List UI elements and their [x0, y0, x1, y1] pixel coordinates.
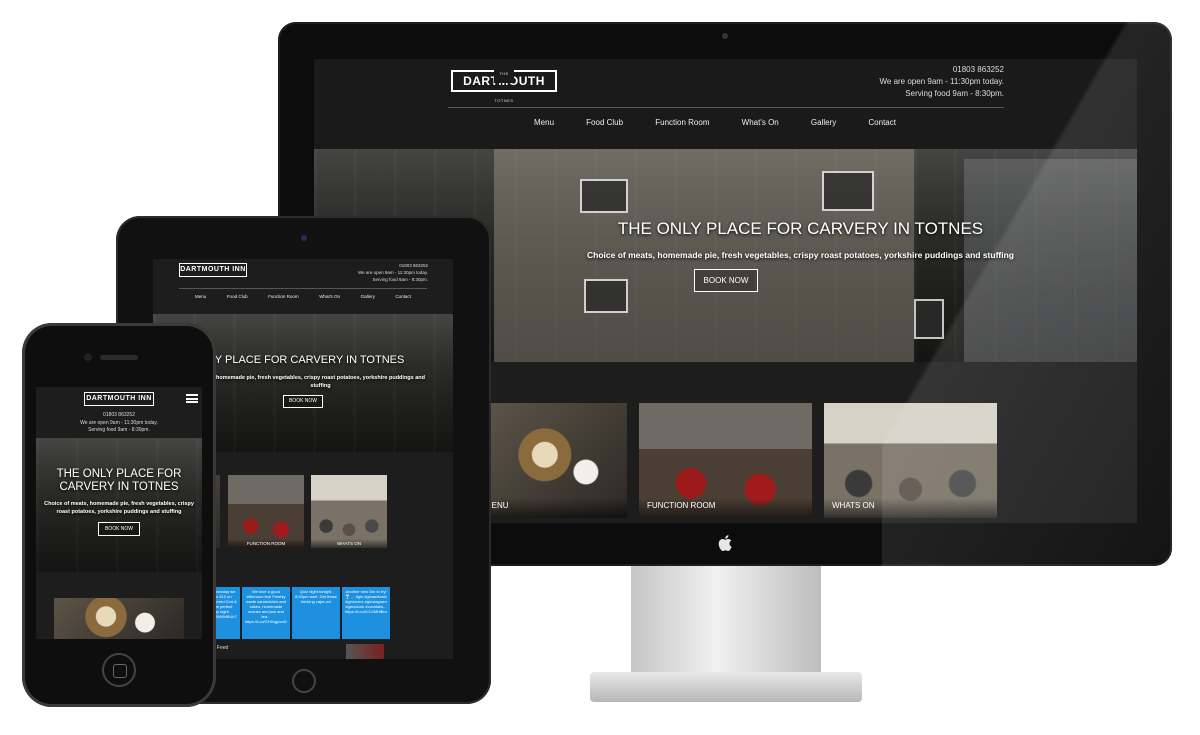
tablet-nav: Menu Food Club Function Room What's On G…: [195, 294, 411, 299]
nav-contact[interactable]: Contact: [868, 118, 896, 127]
tablet-hero-subtitle: homemade pie, fresh vegetables, crispy r…: [215, 375, 426, 389]
nav-food-club[interactable]: Food Club: [586, 118, 623, 127]
hamburger-menu-icon[interactable]: [186, 394, 198, 403]
book-now-button[interactable]: BOOK NOW: [694, 269, 758, 292]
tablet-header-divider: [179, 288, 427, 289]
monitor-camera: [722, 33, 728, 39]
phone-logo[interactable]: DARTMOUTH INN: [84, 392, 154, 406]
monitor-stand-foot: [590, 672, 862, 702]
tile-whats-on-label: WHATS ON: [824, 498, 997, 518]
nav-gallery[interactable]: Gallery: [811, 118, 836, 127]
tablet-camera: [301, 235, 307, 241]
phone-hero-subtitle: Choice of meats, homemade pie, fresh veg…: [44, 501, 194, 515]
hero-subtitle: Choice of meats, homemade pie, fresh veg…: [587, 250, 1014, 260]
phone-tile-menu[interactable]: [54, 598, 184, 639]
phone-contact: 01803 863252 We are open 9am - 11:30pm t…: [80, 412, 158, 433]
opening-hours: We are open 9am - 11:30pm today.: [879, 77, 1004, 86]
hero-title: THE ONLY PLACE FOR CARVERY IN TOTNES: [617, 219, 984, 238]
phone-hero: THE ONLY PLACE FOR CARVERY IN TOTNES Cho…: [36, 438, 202, 572]
phone-home-button[interactable]: [102, 653, 136, 687]
main-nav: Menu Food Club Function Room What's On G…: [534, 118, 896, 127]
tweet-card[interactable]: We love a good afternoon tea! Freshly ma…: [242, 587, 290, 639]
news-feed-thumb: [346, 644, 384, 659]
header-divider: [448, 107, 1004, 108]
tile-function-room[interactable]: FUNCTION ROOM: [639, 403, 812, 518]
phone-number[interactable]: 01803 863252: [794, 64, 1004, 76]
tablet-book-now-button[interactable]: BOOK NOW: [283, 395, 323, 408]
phone-hero-title: THE ONLY PLACE FOR CARVERY IN TOTNES: [56, 468, 182, 493]
tweet-card[interactable]: Quiz night tonight, 8:30pm start. Get th…: [292, 587, 340, 639]
nav-whats-on[interactable]: What's On: [742, 118, 779, 127]
site-logo[interactable]: THE DARTMOUTH INN TOTNES: [451, 65, 557, 110]
phone-site-screen: DARTMOUTH INN 01803 863252 We are open 9…: [36, 387, 202, 639]
tablet-hero-title: ONLY PLACE FOR CARVERY IN TOTNES: [193, 354, 405, 366]
nav-function-room[interactable]: Function Room: [655, 118, 709, 127]
tablet-tile-whats-on[interactable]: WHATS ON: [311, 475, 387, 548]
phone-device: DARTMOUTH INN 01803 863252 We are open 9…: [22, 323, 216, 707]
tablet-contact: 01803 863252 We are open 9am - 11:30pm t…: [357, 263, 428, 282]
tile-menu-label: MENU: [490, 498, 627, 518]
phone-book-now-button[interactable]: BOOK NOW: [98, 522, 140, 536]
tablet-home-button[interactable]: [292, 669, 316, 693]
phone-speaker: [100, 355, 138, 360]
tile-function-room-label: FUNCTION ROOM: [639, 498, 812, 518]
food-hours: Serving food 9am - 8:30pm.: [905, 89, 1004, 98]
tablet-logo[interactable]: DARTMOUTH INN: [179, 263, 247, 277]
nav-menu[interactable]: Menu: [534, 118, 554, 127]
tile-whats-on[interactable]: WHATS ON: [824, 403, 997, 518]
contact-info: 01803 863252 We are open 9am - 11:30pm t…: [794, 64, 1004, 100]
tweet-card[interactable]: Another new Gin to try! 🍸 ... #gin #gina…: [342, 587, 390, 639]
tablet-tile-function-room[interactable]: FUNCTION ROOM: [228, 475, 304, 548]
monitor-stand-neck: [631, 566, 821, 678]
apple-logo-icon: [718, 535, 732, 551]
phone-camera: [84, 353, 92, 361]
site-header: THE DARTMOUTH INN TOTNES 01803 863252 We…: [314, 59, 1137, 149]
tile-menu[interactable]: MENU: [490, 403, 627, 518]
